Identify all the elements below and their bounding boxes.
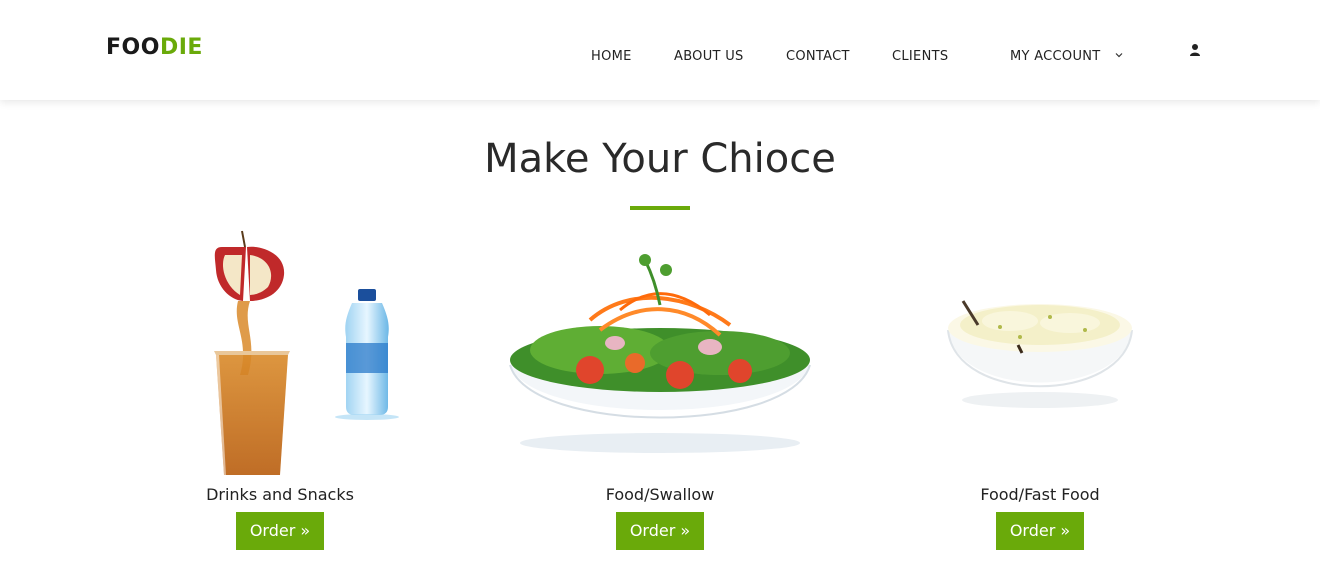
salad-image (509, 254, 811, 453)
nav-my-account[interactable]: MY ACCOUNT (1010, 49, 1123, 64)
drinks-image (214, 230, 399, 475)
nav-home[interactable]: HOME (591, 49, 632, 64)
title-underline (630, 206, 690, 210)
site-header: FOODIE HOME ABOUT US CONTACT CLIENTS MY … (0, 0, 1320, 100)
order-button-drinks[interactable]: Order » (236, 512, 324, 550)
nav-about-us[interactable]: ABOUT US (674, 49, 744, 64)
main-nav: HOME ABOUT US CONTACT CLIENTS MY ACCOUNT (0, 49, 1320, 65)
card-label: Food/Fast Food (980, 485, 1100, 504)
card-label: Food/Swallow (605, 485, 715, 504)
order-button-swallow[interactable]: Order » (616, 512, 704, 550)
card-food-swallow: Food/Swallow Order » (470, 225, 850, 565)
order-button-fast-food[interactable]: Order » (996, 512, 1084, 550)
card-drinks-and-snacks: Drinks and Snacks Order » (90, 225, 470, 565)
card-label: Drinks and Snacks (206, 485, 354, 504)
page-title: Make Your Chioce (484, 136, 836, 182)
card-food-fast-food: Food/Fast Food Order » (850, 225, 1230, 565)
user-icon[interactable] (1189, 43, 1201, 57)
chevron-down-icon (1115, 53, 1123, 58)
nav-clients[interactable]: CLIENTS (892, 49, 948, 64)
rice-image (947, 300, 1133, 408)
nav-my-account-label: MY ACCOUNT (1010, 49, 1101, 64)
nav-contact[interactable]: CONTACT (786, 49, 850, 64)
